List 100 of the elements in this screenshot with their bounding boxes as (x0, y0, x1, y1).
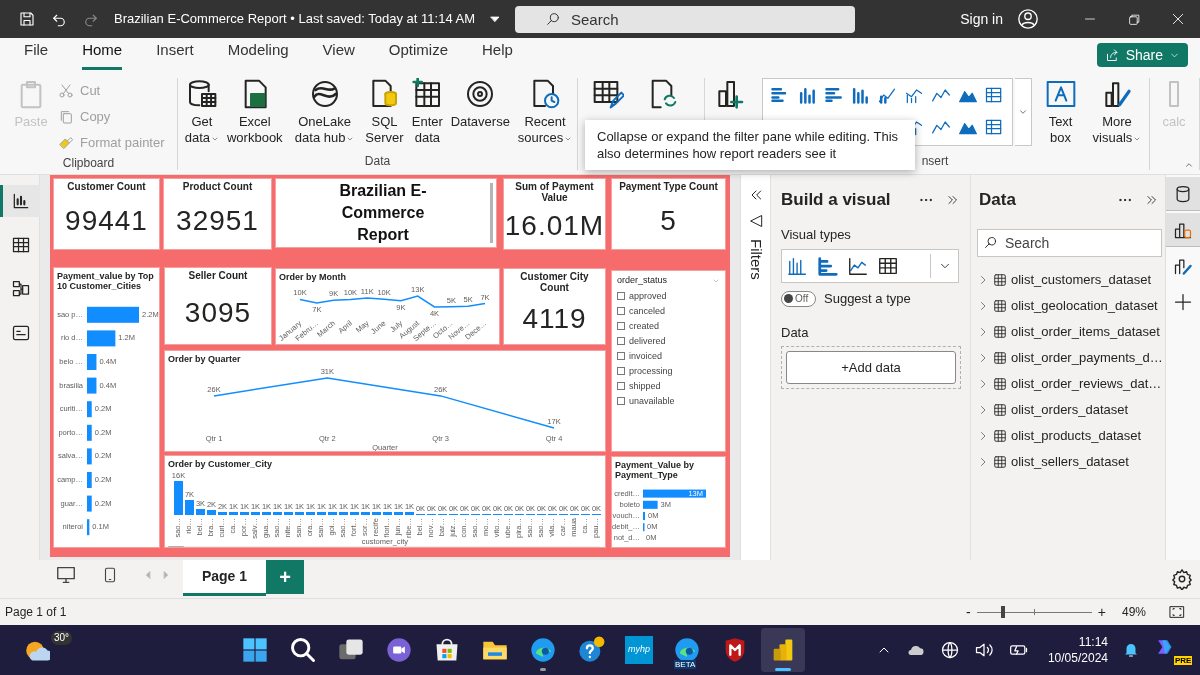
checkbox[interactable] (617, 367, 625, 375)
card-value: 32951 (176, 206, 259, 235)
bar[interactable] (87, 377, 97, 394)
taskbar-button[interactable] (761, 628, 805, 672)
ribbon-button[interactable]: Excel workbook (223, 78, 286, 146)
table-name[interactable]: olist_order_items_dataset (1011, 321, 1160, 342)
menu-tab[interactable]: View (322, 38, 355, 70)
search-field[interactable]: Search (515, 5, 855, 33)
ribbon-button[interactable]: Dataverse (449, 78, 512, 130)
bar[interactable] (643, 489, 706, 498)
checkbox[interactable] (617, 307, 625, 315)
menu-tab[interactable]: Optimize (388, 38, 448, 70)
bar[interactable] (87, 330, 116, 347)
slider-thumb[interactable] (1001, 606, 1006, 618)
slicer-item[interactable]: delivered (629, 335, 666, 347)
collapse-ribbon-icon[interactable] (1184, 160, 1194, 170)
next-icon[interactable] (161, 570, 171, 580)
bar[interactable] (87, 306, 139, 323)
bar[interactable] (643, 500, 658, 509)
bar[interactable] (87, 448, 92, 465)
ribbon-button[interactable]: SQL Server (363, 78, 406, 146)
ribbon-button[interactable]: Recent sources (513, 78, 577, 146)
table-name[interactable]: olist_products_dataset (1011, 425, 1142, 446)
bar[interactable] (87, 401, 92, 418)
table-name[interactable]: olist_geolocation_dataset (1011, 295, 1158, 316)
zoom-out-button[interactable]: - (966, 601, 971, 623)
clock[interactable]: 11:14 10/05/2024 (1047, 634, 1108, 666)
checkbox[interactable] (617, 322, 625, 330)
menu-tab[interactable]: File (24, 38, 49, 70)
ribbon-button[interactable]: Enter data (407, 78, 448, 146)
report-view-icon (11, 191, 31, 211)
caret-icon[interactable] (489, 13, 502, 25)
table-name[interactable]: olist_sellers_dataset (1011, 451, 1129, 472)
slicer-item[interactable]: processing (629, 365, 673, 377)
ribbon-button[interactable]: Text box (1038, 78, 1083, 146)
pane-button[interactable] (1166, 213, 1200, 247)
slicer-item[interactable]: shipped (629, 380, 661, 392)
desktop-icon[interactable] (55, 564, 77, 586)
menu-tab[interactable]: Insert (156, 38, 194, 70)
fit-page-icon[interactable] (1168, 604, 1186, 620)
card-visual[interactable]: Customer Count 99441 (53, 178, 160, 250)
pane-button[interactable] (1166, 177, 1200, 211)
slicer-item[interactable]: approved (629, 290, 667, 302)
chevron-icon[interactable] (1017, 107, 1028, 117)
add-data-button[interactable]: +Add data (786, 351, 956, 384)
card-visual[interactable]: Payment Type Count 5 (611, 178, 726, 250)
slicer-item[interactable]: unavailable (629, 395, 675, 407)
checkbox[interactable] (617, 382, 625, 390)
zoom-in-button[interactable]: + (1097, 601, 1106, 623)
share-button[interactable]: Share (1096, 43, 1188, 67)
checkbox[interactable] (617, 352, 625, 360)
menu-tab[interactable]: Modeling (227, 38, 289, 70)
toggle-switch[interactable]: Off (781, 290, 816, 307)
scrollbar[interactable] (490, 183, 493, 243)
slicer-item[interactable]: created (629, 320, 660, 332)
add-page-button[interactable]: + (266, 560, 304, 594)
bell-icon[interactable] (1122, 641, 1140, 659)
search-field[interactable]: Search (977, 228, 1162, 257)
page-tab[interactable]: Page 1 (183, 560, 266, 596)
view-button[interactable] (0, 185, 40, 217)
card-visual[interactable]: Product Count 32951 (163, 178, 272, 250)
chart-type-icon[interactable] (847, 255, 869, 277)
card-visual[interactable]: Customer City Count 4119 (503, 268, 606, 345)
table-edit-icon (592, 78, 624, 110)
filter-icon[interactable] (747, 213, 764, 229)
avatar-icon[interactable] (1017, 8, 1039, 30)
table-name[interactable]: olist_order_payments_d… (1011, 347, 1163, 368)
preview-badge: PRE (1174, 656, 1193, 665)
title-visual[interactable]: Brazilian E-Commerce Report (275, 178, 497, 248)
checkbox[interactable] (617, 292, 625, 300)
table-name[interactable]: olist_order_reviews_dat… (1011, 373, 1162, 394)
ribbon-button[interactable]: Get data (182, 78, 222, 146)
bar[interactable] (87, 495, 92, 512)
bar[interactable] (87, 519, 90, 536)
globe-icon[interactable] (939, 640, 960, 660)
taskbar-button[interactable]: BETA (665, 628, 709, 672)
slicer-item[interactable]: invoiced (629, 350, 663, 362)
sign-in-link[interactable]: Sign in (960, 8, 1003, 30)
ribbon-button[interactable]: OneLake data hub (287, 78, 362, 146)
zoom-slider[interactable] (976, 605, 1092, 619)
chart-visual[interactable] (164, 455, 606, 548)
ribbon-button[interactable]: More visuals (1084, 78, 1149, 146)
table-name[interactable]: olist_customers_dataset (1011, 269, 1152, 290)
group-label: Data (364, 154, 391, 168)
scrollbar[interactable] (168, 546, 600, 547)
card-visual[interactable]: Seller Count 3095 (164, 267, 272, 345)
card-visual[interactable]: Sum of Payment Value 16.01M (503, 178, 606, 250)
save-icon[interactable] (18, 10, 36, 28)
table-name[interactable]: olist_orders_dataset (1011, 399, 1129, 420)
bar[interactable] (87, 424, 92, 441)
previous-icon[interactable] (143, 570, 153, 580)
settings-icon[interactable] (1171, 568, 1193, 590)
bar[interactable] (87, 354, 97, 370)
slicer-item[interactable]: canceled (629, 305, 666, 317)
checkbox[interactable] (617, 397, 625, 405)
slicer-visual[interactable]: order_status approved canceled created delivered invoiced processing shipped unavailable (611, 270, 726, 452)
chart-type-icon[interactable] (877, 255, 899, 277)
menu-tab[interactable]: Help (482, 38, 513, 70)
filters-label[interactable]: Filters (744, 239, 767, 280)
checkbox[interactable] (617, 337, 625, 345)
